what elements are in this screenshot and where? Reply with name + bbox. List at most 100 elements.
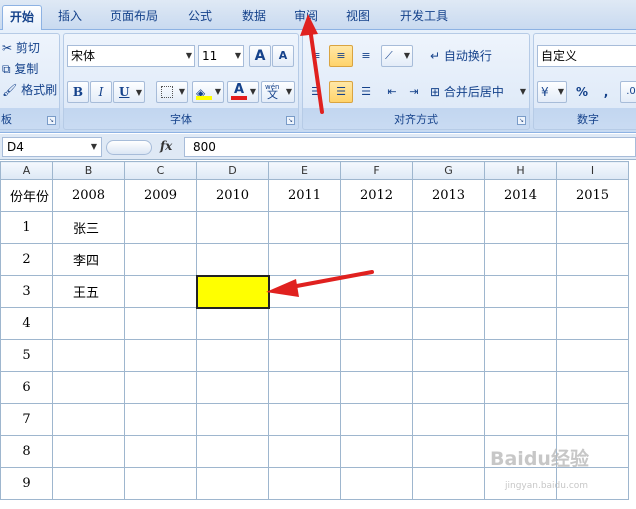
- cell[interactable]: [52, 403, 125, 436]
- cell[interactable]: [124, 243, 197, 276]
- cell[interactable]: [268, 435, 341, 468]
- align-center-button[interactable]: ☰: [329, 81, 353, 103]
- column-header-b[interactable]: B: [52, 161, 125, 180]
- tab-review[interactable]: 审阅: [286, 5, 326, 30]
- cell-a-rownum[interactable]: 9: [0, 467, 53, 500]
- increase-decimal-button[interactable]: .0: [620, 81, 636, 103]
- cell[interactable]: [268, 403, 341, 436]
- cell[interactable]: [340, 435, 413, 468]
- cell[interactable]: [124, 211, 197, 244]
- tab-developer[interactable]: 开发工具: [392, 5, 456, 30]
- borders-button[interactable]: ▼: [156, 81, 188, 103]
- column-header-f[interactable]: F: [340, 161, 413, 180]
- cell-b1[interactable]: 2008: [52, 179, 125, 212]
- cell[interactable]: [412, 435, 485, 468]
- font-dialog-launcher[interactable]: ↘: [286, 116, 295, 125]
- copy-button[interactable]: ⧉ 复制: [1, 58, 59, 80]
- top-align-button[interactable]: ≡: [305, 45, 327, 67]
- column-header-e[interactable]: E: [268, 161, 341, 180]
- cell[interactable]: [52, 307, 125, 340]
- cell[interactable]: [340, 403, 413, 436]
- cell[interactable]: [412, 403, 485, 436]
- cell-c1[interactable]: 2009: [124, 179, 197, 212]
- tab-insert[interactable]: 插入: [50, 5, 90, 30]
- cell[interactable]: [556, 275, 629, 308]
- cell[interactable]: [196, 307, 269, 340]
- cell[interactable]: [52, 371, 125, 404]
- column-header-g[interactable]: G: [412, 161, 485, 180]
- underline-button[interactable]: U ▼: [113, 81, 145, 103]
- cell-g1[interactable]: 2013: [412, 179, 485, 212]
- comma-style-button[interactable]: ,: [596, 81, 616, 103]
- cell[interactable]: [484, 275, 557, 308]
- cell-a1[interactable]: 份年份: [0, 179, 53, 212]
- orientation-button[interactable]: ⟋ ▼: [381, 45, 413, 67]
- shrink-font-button[interactable]: A: [272, 45, 294, 67]
- format-painter-button[interactable]: 🖌 格式刷: [1, 79, 59, 101]
- cell[interactable]: [412, 307, 485, 340]
- cell[interactable]: [412, 275, 485, 308]
- cell[interactable]: [412, 339, 485, 372]
- cell[interactable]: [124, 307, 197, 340]
- cell-h1[interactable]: 2014: [484, 179, 557, 212]
- decrease-indent-button[interactable]: ⇤: [381, 81, 403, 103]
- fill-color-button[interactable]: ◈ ▼: [192, 81, 224, 103]
- cell[interactable]: [196, 435, 269, 468]
- bottom-align-button[interactable]: ≡: [355, 45, 377, 67]
- align-right-button[interactable]: ☰: [355, 81, 377, 103]
- cell[interactable]: [340, 307, 413, 340]
- cell[interactable]: [124, 403, 197, 436]
- increase-indent-button[interactable]: ⇥: [403, 81, 425, 103]
- align-left-button[interactable]: ☰: [305, 81, 327, 103]
- cell[interactable]: [268, 371, 341, 404]
- column-header-i[interactable]: I: [556, 161, 629, 180]
- cell-a-rownum[interactable]: 7: [0, 403, 53, 436]
- cell[interactable]: [556, 307, 629, 340]
- cell[interactable]: [340, 243, 413, 276]
- cell[interactable]: [556, 403, 629, 436]
- italic-button[interactable]: I: [90, 81, 112, 103]
- cell-e1[interactable]: 2011: [268, 179, 341, 212]
- cell[interactable]: [196, 371, 269, 404]
- cell[interactable]: [340, 339, 413, 372]
- cell[interactable]: [196, 403, 269, 436]
- cell-a-rownum[interactable]: 2: [0, 243, 53, 276]
- cell-b[interactable]: 李四: [52, 243, 125, 276]
- cell[interactable]: [124, 467, 197, 500]
- alignment-dialog-launcher[interactable]: ↘: [517, 116, 526, 125]
- cell[interactable]: [196, 211, 269, 244]
- name-box[interactable]: D4 ▼: [2, 137, 102, 157]
- cell[interactable]: [484, 403, 557, 436]
- wrap-text-button[interactable]: ↵ 自动换行: [429, 45, 525, 67]
- cell[interactable]: [484, 339, 557, 372]
- cell-b[interactable]: 王五: [52, 275, 125, 308]
- cell-a-rownum[interactable]: 3: [0, 275, 53, 308]
- cell[interactable]: [268, 243, 341, 276]
- cell[interactable]: [268, 339, 341, 372]
- number-format-select[interactable]: 自定义: [537, 45, 636, 67]
- cell[interactable]: [556, 371, 629, 404]
- cell-f1[interactable]: 2012: [340, 179, 413, 212]
- cell[interactable]: [52, 435, 125, 468]
- cell[interactable]: [124, 275, 197, 308]
- cell[interactable]: [556, 243, 629, 276]
- cell[interactable]: [556, 211, 629, 244]
- cell-b[interactable]: 张三: [52, 211, 125, 244]
- cell[interactable]: [268, 467, 341, 500]
- cell[interactable]: [268, 275, 341, 308]
- tab-formulas[interactable]: 公式: [180, 5, 220, 30]
- insert-function-icon[interactable]: fx: [160, 139, 172, 153]
- cell[interactable]: [340, 275, 413, 308]
- font-name-select[interactable]: 宋体 ▼: [67, 45, 195, 67]
- cell[interactable]: [484, 371, 557, 404]
- cell[interactable]: [412, 243, 485, 276]
- column-header-h[interactable]: H: [484, 161, 557, 180]
- cell[interactable]: [556, 339, 629, 372]
- tab-view[interactable]: 视图: [338, 5, 378, 30]
- merge-center-button[interactable]: ⊞ 合并后居中 ▼: [429, 81, 527, 103]
- selected-cell-d4[interactable]: [195, 274, 270, 309]
- cell[interactable]: [340, 467, 413, 500]
- cell[interactable]: [412, 467, 485, 500]
- accounting-format-button[interactable]: ¥ ▼: [537, 81, 567, 103]
- cell[interactable]: [52, 467, 125, 500]
